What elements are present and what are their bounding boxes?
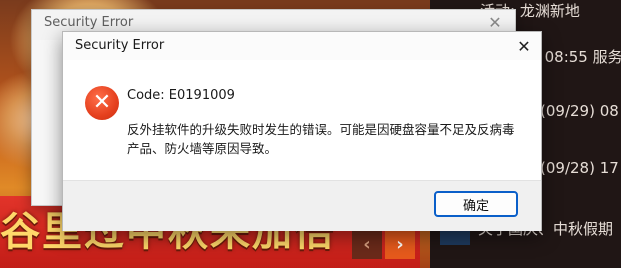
- security-error-dialog: Security Error ✕ ✕ Code: E0191009 反外挂软件的…: [62, 31, 542, 231]
- dialog-content: ✕ Code: E0191009 反外挂软件的升级失败时发生的错误。可能是因硬盘…: [63, 60, 541, 180]
- error-icon: ✕: [85, 86, 119, 120]
- dialog-title: Security Error: [75, 38, 165, 53]
- news-item[interactable]: (09/29) 08: [540, 102, 619, 120]
- close-icon: ✕: [517, 36, 531, 56]
- error-x-glyph: ✕: [92, 90, 112, 115]
- banner-prev-button[interactable]: ‹: [352, 229, 382, 259]
- error-code: Code: E0191009: [127, 88, 235, 103]
- news-item[interactable]: ) 08:55 服务: [534, 46, 621, 67]
- error-message: 反外挂软件的升级失败时发生的错误。可能是因硬盘容量不足及反病毒产品、防火墙等原因…: [127, 122, 515, 156]
- news-item[interactable]: (09/28) 17: [540, 159, 619, 177]
- close-button[interactable]: ✕: [511, 34, 537, 58]
- dialog-footer: 确定: [63, 180, 541, 231]
- background-dialog-title: Security Error: [44, 15, 134, 30]
- banner-next-button[interactable]: ›: [385, 229, 415, 259]
- ok-button[interactable]: 确定: [434, 191, 518, 217]
- dialog-titlebar: Security Error ✕: [63, 32, 541, 60]
